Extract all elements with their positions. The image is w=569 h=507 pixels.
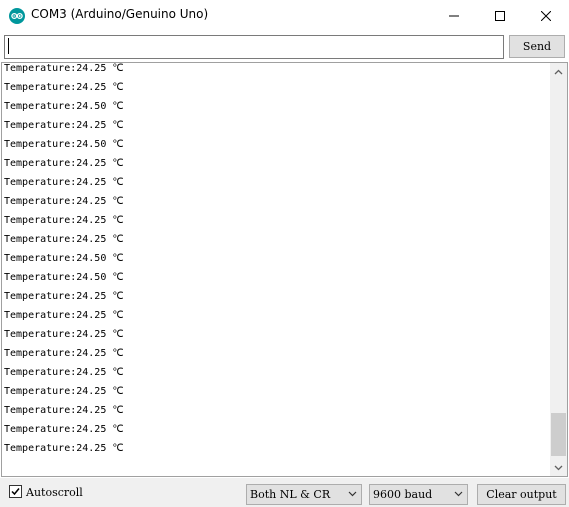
output-line: Temperature:24.25 ℃ [4,215,124,226]
minimize-button[interactable] [431,0,477,31]
maximize-button[interactable] [477,0,523,31]
output-line: Temperature:24.25 ℃ [4,443,124,454]
output-line: Temperature:24.25 ℃ [4,63,124,74]
output-line: Temperature:24.25 ℃ [4,329,124,340]
bottom-bar: Autoscroll Both NL & CR 9600 baud Clear … [0,478,569,507]
clear-output-button[interactable]: Clear output [477,484,566,505]
output-line: Temperature:24.50 ℃ [4,101,124,112]
output-line: Temperature:24.25 ℃ [4,310,124,321]
output-line: Temperature:24.25 ℃ [4,177,124,188]
chevron-down-icon [454,491,463,497]
input-row [0,31,569,62]
chevron-down-icon [554,465,563,470]
chevron-down-icon [348,491,357,497]
output-lines: Temperature:24.25 ℃ Temperature:24.25 ℃ Te… [4,63,549,458]
output-line: Temperature:24.50 ℃ [4,272,124,283]
maximize-icon [495,10,505,21]
title-bar: COM3 (Arduino/Genuino Uno) [0,0,569,31]
scroll-down-button[interactable] [550,459,567,476]
line-ending-value: Both NL & CR [250,488,331,501]
output-line: Temperature:24.25 ℃ [4,405,124,416]
chevron-up-icon [554,69,563,74]
line-ending-select[interactable]: Both NL & CR [246,484,362,505]
scroll-thumb[interactable] [551,413,566,456]
output-line: Temperature:24.25 ℃ [4,234,124,245]
window-title: COM3 (Arduino/Genuino Uno) [31,7,209,21]
output-line: Temperature:24.25 ℃ [4,120,124,131]
minimize-icon [449,15,459,16]
close-button[interactable] [523,0,569,31]
scroll-up-button[interactable] [550,63,567,80]
serial-input[interactable] [4,35,504,59]
output-line: Temperature:24.25 ℃ [4,82,124,93]
close-icon [541,10,551,21]
output-line: Temperature:24.25 ℃ [4,196,124,207]
output-line: Temperature:24.25 ℃ [4,367,124,378]
output-line: Temperature:24.25 ℃ [4,424,124,435]
output-line: Temperature:24.25 ℃ [4,291,124,302]
output-line: Temperature:24.50 ℃ [4,253,124,264]
send-button[interactable]: Send [509,35,565,58]
arduino-logo-icon [9,8,25,24]
output-line: Temperature:24.50 ℃ [4,139,124,150]
vertical-scrollbar[interactable] [550,63,567,476]
autoscroll-checkbox[interactable] [9,485,22,498]
baud-rate-select[interactable]: 9600 baud [369,484,468,505]
output-line: Temperature:24.25 ℃ [4,386,124,397]
output-line: Temperature:24.25 ℃ [4,348,124,359]
baud-rate-value: 9600 baud [373,488,433,501]
output-line: Temperature:24.25 ℃ [4,158,124,169]
checkmark-icon [11,488,20,496]
autoscroll-label: Autoscroll [26,486,83,499]
serial-output[interactable]: Temperature:24.25 ℃ Temperature:24.25 ℃ Te… [1,62,568,477]
text-caret [8,38,9,54]
